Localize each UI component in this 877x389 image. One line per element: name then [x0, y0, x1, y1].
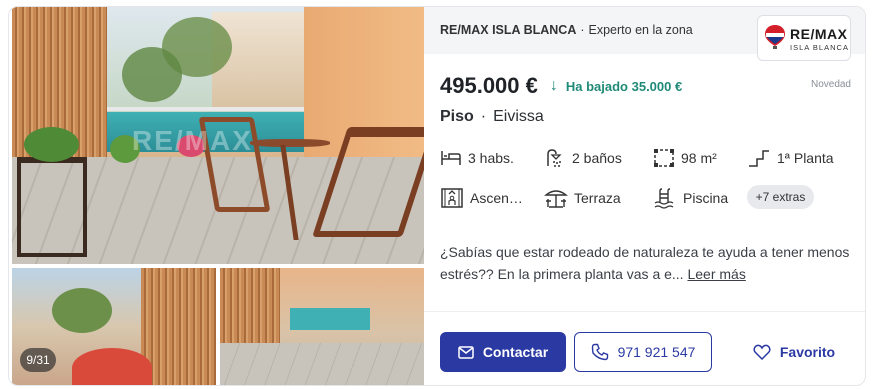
feature-area: 98 m² [653, 148, 717, 168]
agency-tagline: Experto en la zona [588, 23, 693, 37]
feature-bathrooms: 2 baños [544, 148, 622, 168]
price-row: 495.000 € ↓ Ha bajado 35.000 € [440, 73, 682, 99]
property-type: Piso [440, 108, 474, 125]
mail-icon [458, 345, 474, 359]
main-photo[interactable]: RE/MAX [12, 7, 424, 264]
feature-pool: Piscina [653, 187, 728, 209]
listing-card[interactable]: RE/MAX 9/31 RE/MAX ISLA BLANCA · Experto e… [8, 6, 866, 386]
area-icon [654, 149, 674, 167]
arrow-down-icon: ↓ [549, 77, 558, 94]
feature-elevator: Ascen… [440, 187, 523, 209]
bed-icon [441, 151, 461, 165]
logo-text: RE/MAX [790, 26, 848, 42]
shower-icon [547, 149, 562, 167]
terrace-icon [544, 190, 568, 208]
description: ¿Sabías que estar rodeado de naturaleza … [440, 244, 850, 282]
feature-bedrooms: 3 habs. [440, 148, 514, 168]
phone-button[interactable]: 971 921 547 [574, 332, 712, 372]
agency-name: RE/MAX ISLA BLANCA [440, 23, 577, 37]
elevator-icon [441, 188, 463, 208]
price-drop: ↓ Ha bajado 35.000 € [549, 77, 683, 94]
listing-info: RE/MAX ISLA BLANCA · Experto en la zona RE… [424, 7, 865, 385]
new-badge: Novedad [810, 79, 851, 90]
extras-badge[interactable]: +7 extras [747, 185, 814, 209]
floor-icon [749, 150, 769, 167]
photo-counter: 9/31 [20, 348, 56, 372]
read-more-link[interactable]: Leer más [687, 266, 745, 282]
feature-terrace: Terraza [544, 187, 621, 209]
photo-gallery[interactable]: RE/MAX 9/31 [9, 7, 424, 385]
property-title[interactable]: Piso · Eivissa [440, 108, 544, 126]
divider [424, 311, 865, 312]
phone-icon [591, 343, 608, 361]
balloon-icon [765, 25, 785, 49]
photo-watermark: RE/MAX [132, 125, 253, 156]
agency-logo[interactable]: RE/MAX ISLA BLANCA [757, 15, 851, 61]
heart-icon [753, 344, 771, 360]
feature-floor: 1ª Planta [747, 148, 834, 168]
contact-button[interactable]: Contactar [440, 332, 566, 372]
pool-icon [654, 188, 674, 209]
price: 495.000 € [440, 73, 538, 98]
property-location: Eivissa [493, 108, 544, 125]
favorite-button[interactable]: Favorito [742, 332, 846, 372]
logo-subtext: ISLA BLANCA [790, 43, 849, 52]
thumbnail-photo[interactable] [220, 268, 424, 385]
